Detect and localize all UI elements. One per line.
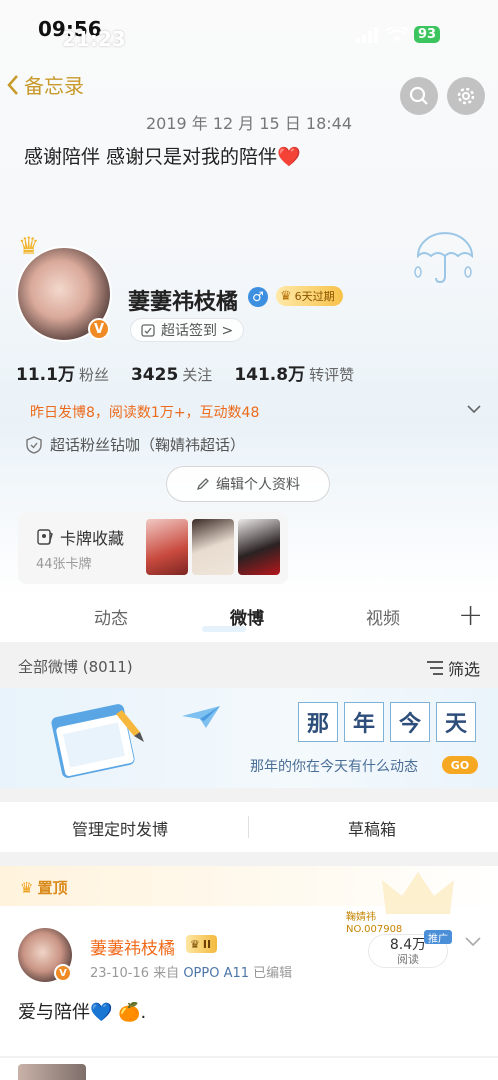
crown-icon: ♛ <box>18 232 40 260</box>
profile-stats: 11.1万 粉丝 3425 关注 141.8万 转评赞 <box>16 360 376 385</box>
stat-interactions[interactable]: 141.8万 转评赞 <box>234 360 354 385</box>
banner-subtitle: 那年的你在今天有什么动态 <box>250 759 418 775</box>
banner-char: 那 <box>298 702 338 742</box>
vip-badge[interactable]: ♛ 6天过期 <box>276 286 343 306</box>
divider <box>248 816 249 838</box>
banner-go-button[interactable]: GO <box>442 756 478 774</box>
post-text: 爱与陪伴💙 🍊. <box>18 1002 147 1023</box>
manage-scheduled-posts-button[interactable]: 管理定时发博 <box>72 816 168 840</box>
signal-icon <box>356 26 378 43</box>
status-icons: 93 <box>356 26 441 43</box>
verified-icon: V <box>54 964 72 982</box>
section-gap <box>0 852 498 866</box>
tab-dynamics[interactable]: 动态 <box>94 604 128 629</box>
post-edited: 已编辑 <box>253 966 293 981</box>
edit-profile-button[interactable]: 编辑个人资料 <box>166 466 330 502</box>
stat-following[interactable]: 3425 关注 <box>131 364 212 385</box>
back-button[interactable]: 备忘录 <box>6 70 84 99</box>
gear-icon <box>457 87 475 105</box>
chevron-down-icon[interactable] <box>466 402 482 416</box>
chevron-down-icon[interactable] <box>464 934 482 948</box>
fan-badge-label: 超话粉丝钻咖（鞠婧祎超话） <box>50 436 246 454</box>
section-gap <box>0 788 498 802</box>
edit-profile-label: 编辑个人资料 <box>216 477 300 493</box>
back-label: 备忘录 <box>24 74 84 98</box>
card-count: 44张卡牌 <box>36 557 92 572</box>
promote-badge[interactable]: 推广 <box>424 930 452 945</box>
crown-icon: ♛ <box>190 937 200 951</box>
shield-icon <box>26 435 42 454</box>
note-text: 感谢陪伴 感谢只是对我的陪伴❤️ <box>24 146 301 168</box>
paper-plane-icon <box>182 706 220 728</box>
fan-badge-row[interactable]: 超话粉丝钻咖（鞠婧祎超话） <box>26 434 245 455</box>
card-collection-title-row: 卡牌收藏 <box>36 525 124 549</box>
post-source[interactable]: OPPO A11 <box>183 966 249 981</box>
read-count-label: 阅读 <box>397 953 419 966</box>
card-thumbnail[interactable] <box>146 519 188 575</box>
wifi-icon <box>386 26 408 42</box>
search-icon <box>409 86 428 105</box>
chevron-left-icon <box>7 74 18 95</box>
pinned-label: 置顶 <box>37 879 68 897</box>
fan-number-tag: 鞠婧祎 NO.007908 <box>346 912 402 936</box>
banner-char: 今 <box>390 702 430 742</box>
tab-weibo[interactable]: 微博 <box>230 604 264 629</box>
status-time-overlay: 21:23 <box>62 27 126 51</box>
note-date: 2019 年 12 月 15 日 18:44 <box>145 114 353 133</box>
post-author-name[interactable]: 萋萋祎枝橘 <box>90 934 175 959</box>
supertopic-checkin-button[interactable]: 超话签到 > <box>130 318 245 342</box>
banner-char: 年 <box>344 702 384 742</box>
vip-expiry: 6天过期 <box>294 290 335 303</box>
post-date: 23-10-16 <box>90 966 150 981</box>
add-tab-button[interactable]: + <box>458 598 483 633</box>
male-icon: ♂ <box>248 287 268 307</box>
card-collection-title: 卡牌收藏 <box>60 529 125 548</box>
umbrella-icon <box>414 232 474 284</box>
member-level-badge: ♛ II <box>186 935 218 953</box>
supertopic-checkin-label: 超话签到 > <box>161 323 234 339</box>
next-post-image[interactable] <box>18 1064 86 1080</box>
post-source-prefix: 来自 <box>153 966 180 981</box>
banner-char: 天 <box>436 702 476 742</box>
verified-icon: V <box>88 318 110 340</box>
post-meta: 23-10-16 来自 OPPO A11 已编辑 <box>90 962 292 981</box>
battery-indicator: 93 <box>414 26 441 43</box>
crown-icon: ♛ <box>20 878 34 897</box>
calendar-icon <box>51 704 144 778</box>
card-thumbnail[interactable] <box>238 519 280 575</box>
all-posts-label[interactable]: 全部微博 (8011) <box>18 656 133 677</box>
tab-video[interactable]: 视频 <box>366 604 400 629</box>
card-icon <box>37 529 53 545</box>
fan-tag-name: 鞠婧祎 <box>346 912 376 923</box>
crown-icon: ♛ <box>280 288 292 304</box>
filter-label: 筛选 <box>448 660 481 679</box>
stat-followers[interactable]: 11.1万 粉丝 <box>16 360 109 385</box>
card-thumbnail[interactable] <box>192 519 234 575</box>
profile-username: 萋萋祎枝橘 <box>128 290 239 315</box>
activity-summary[interactable]: 昨日发博8，阅读数1万+，互动数48 <box>30 402 259 422</box>
drafts-button[interactable]: 草稿箱 <box>348 816 396 840</box>
filter-icon <box>427 661 443 675</box>
pencil-icon <box>196 478 209 491</box>
filter-button[interactable]: 筛选 <box>426 656 480 680</box>
member-level: II <box>202 937 212 951</box>
calendar-check-icon <box>141 324 155 337</box>
pinned-label-row: ♛ 置顶 <box>20 877 67 898</box>
